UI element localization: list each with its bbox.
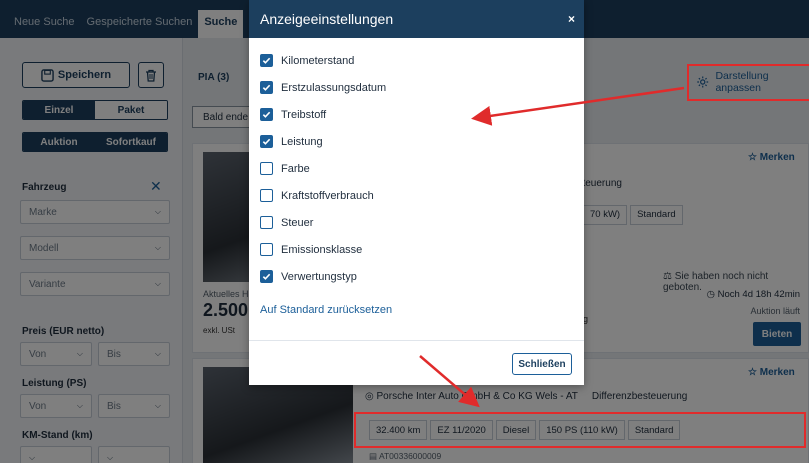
close-icon[interactable]: × [568,12,575,26]
option-label: Leistung [281,135,323,148]
dialog-header: Anzeigeeinstellungen × [249,0,584,38]
option-label: Treibstoff [281,108,327,121]
option-erstzulassungsdatum[interactable]: Erstzulassungsdatum [260,81,386,94]
annotation-box-settings [687,64,809,101]
checkmark-icon [262,111,271,118]
checkbox-checked[interactable] [260,135,273,148]
option-label: Emissionsklasse [281,243,363,256]
close-dialog-button[interactable]: Schließen [512,353,572,375]
checkmark-icon [262,57,271,64]
option-label: Erstzulassungsdatum [281,81,387,94]
checkmark-icon [262,273,271,280]
reset-to-default-link[interactable]: Auf Standard zurücksetzen [260,304,392,316]
checkbox-unchecked[interactable] [260,162,273,175]
dialog-divider [249,340,584,341]
dialog-title: Anzeigeeinstellungen [260,11,394,27]
option-label: Steuer [281,216,314,229]
option-kilometerstand[interactable]: Kilometerstand [260,54,354,67]
option-leistung[interactable]: Leistung [260,135,323,148]
option-label: Farbe [281,162,310,175]
checkbox-unchecked[interactable] [260,216,273,229]
option-steuer[interactable]: Steuer [260,216,313,229]
option-label: Kraftstoffverbrauch [281,189,374,202]
checkmark-icon [262,84,271,91]
checkbox-checked[interactable] [260,54,273,67]
checkbox-checked[interactable] [260,108,273,121]
annotation-box-chips [354,412,806,448]
option-kraftstoffverbrauch[interactable]: Kraftstoffverbrauch [260,189,374,202]
display-settings-dialog: Anzeigeeinstellungen × Kilometerstand Ers… [249,0,584,385]
checkbox-checked[interactable] [260,81,273,94]
option-treibstoff[interactable]: Treibstoff [260,108,326,121]
checkbox-unchecked[interactable] [260,243,273,256]
option-farbe[interactable]: Farbe [260,162,310,175]
checkmark-icon [262,138,271,145]
option-label: Kilometerstand [281,54,355,67]
option-label: Verwertungstyp [281,270,357,283]
option-emissionsklasse[interactable]: Emissionsklasse [260,243,362,256]
checkbox-unchecked[interactable] [260,189,273,202]
option-verwertungstyp[interactable]: Verwertungstyp [260,270,357,283]
checkbox-checked[interactable] [260,270,273,283]
